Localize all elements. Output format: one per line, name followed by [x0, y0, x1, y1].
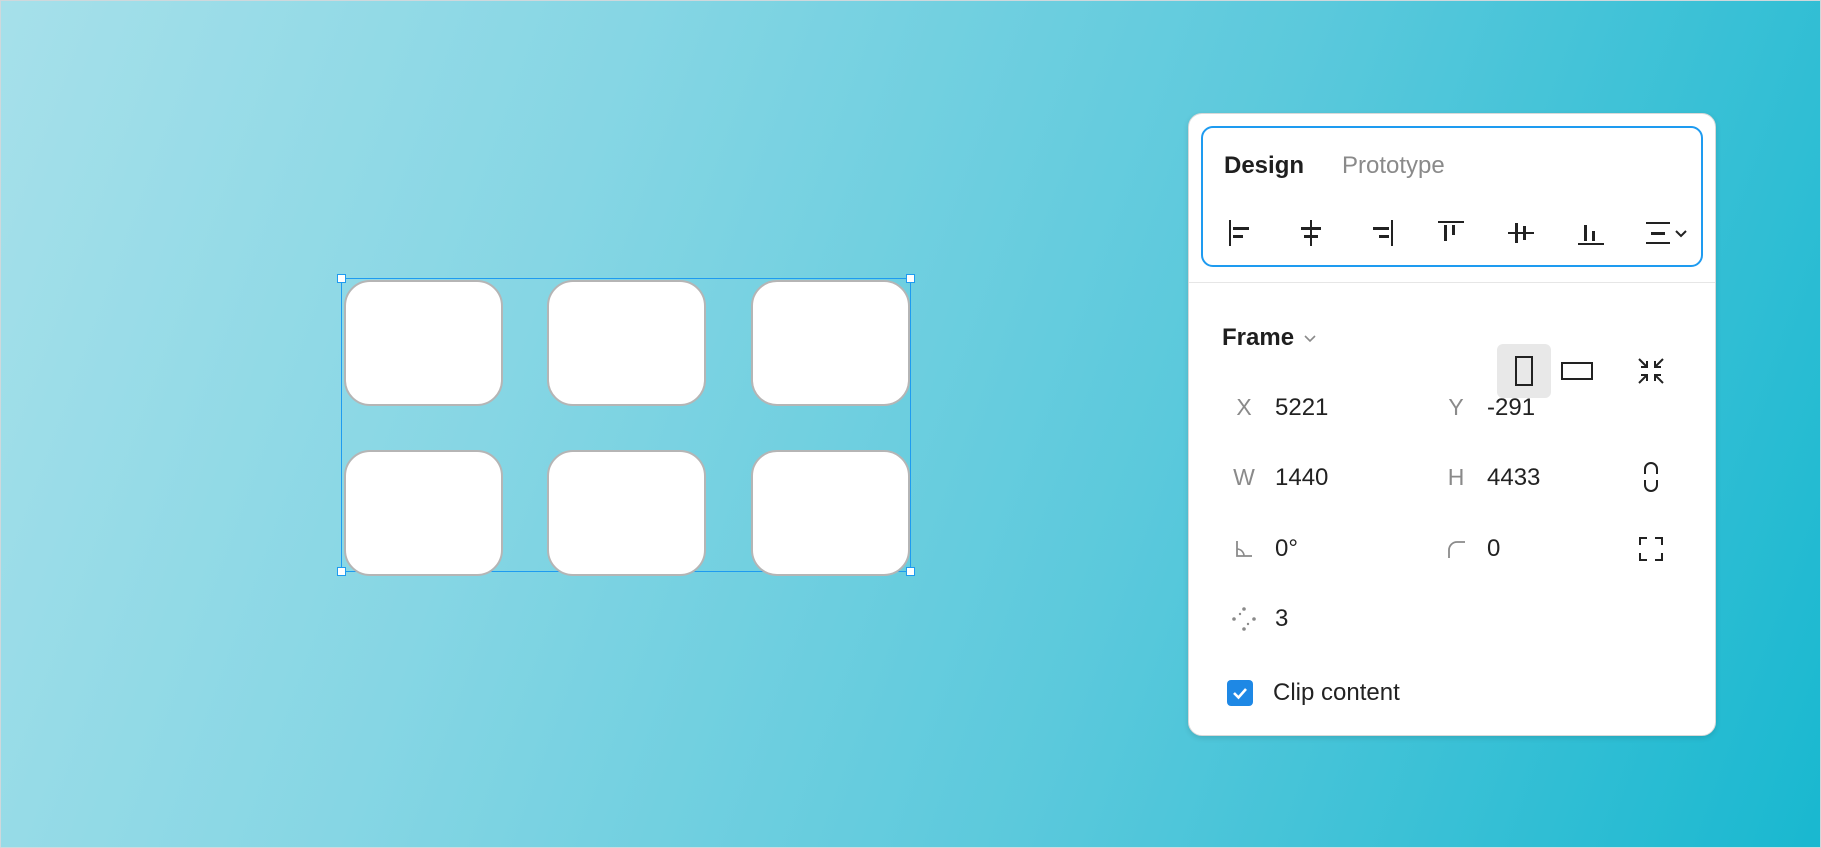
collapse-arrows-icon	[1638, 358, 1664, 384]
align-left-icon	[1229, 220, 1249, 246]
corner-radius-input[interactable]	[1487, 535, 1627, 563]
frame-dropdown[interactable]: Frame	[1222, 324, 1318, 352]
align-horizontal-center-icon	[1301, 220, 1321, 246]
y-label: Y	[1448, 394, 1464, 420]
resize-handle-top-right[interactable]	[906, 274, 915, 283]
clip-content-label: Clip content	[1273, 679, 1400, 706]
rotation-input[interactable]	[1275, 535, 1415, 563]
selected-frame[interactable]	[337, 274, 915, 576]
w-label: W	[1233, 464, 1255, 490]
align-right-icon	[1373, 220, 1393, 246]
align-top-button[interactable]	[1428, 210, 1474, 256]
align-left-button[interactable]	[1218, 210, 1264, 256]
h-label: H	[1447, 464, 1465, 490]
width-input[interactable]	[1275, 464, 1415, 492]
points-input[interactable]	[1275, 605, 1415, 633]
distribute-spacing-icon	[1646, 222, 1670, 244]
clip-content-toggle[interactable]: Clip content	[1227, 679, 1400, 707]
chevron-down-icon	[1304, 335, 1316, 343]
y-input[interactable]	[1487, 394, 1627, 422]
link-icon	[1644, 462, 1658, 492]
landscape-orientation-button[interactable]	[1550, 344, 1604, 398]
frame-card[interactable]	[751, 280, 910, 406]
tab-prototype[interactable]: Prototype	[1342, 152, 1445, 180]
panel-divider	[1189, 282, 1715, 283]
clip-content-checkbox[interactable]	[1227, 680, 1253, 706]
resize-handle-bottom-right[interactable]	[906, 567, 915, 576]
tab-design[interactable]: Design	[1224, 152, 1304, 180]
portrait-orientation-button[interactable]	[1497, 344, 1551, 398]
canvas[interactable]: Design Prototype Frame X 5221 Y -291 W 1…	[0, 0, 1821, 848]
points-icon	[1229, 604, 1259, 634]
align-top-icon	[1438, 221, 1464, 241]
resize-to-fit-button[interactable]	[1624, 344, 1678, 398]
align-right-button[interactable]	[1358, 210, 1404, 256]
constrain-proportions-button[interactable]	[1636, 462, 1666, 492]
design-panel: Design Prototype Frame X 5221 Y -291 W 1…	[1188, 113, 1716, 736]
distribute-spacing-button[interactable]	[1638, 210, 1694, 256]
frame-card[interactable]	[547, 450, 706, 576]
align-vertical-center-button[interactable]	[1498, 210, 1544, 256]
checkmark-icon	[1233, 688, 1247, 700]
chevron-down-icon	[1675, 230, 1687, 238]
portrait-icon	[1515, 356, 1533, 386]
rotation-icon	[1229, 534, 1259, 564]
align-bottom-button[interactable]	[1568, 210, 1614, 256]
x-label: X	[1236, 394, 1252, 420]
panel-header: Design Prototype	[1201, 126, 1703, 267]
align-horizontal-center-button[interactable]	[1288, 210, 1334, 256]
height-input[interactable]	[1487, 464, 1627, 492]
independent-corners-icon	[1639, 537, 1663, 561]
frame-label-text: Frame	[1222, 324, 1295, 351]
frame-card[interactable]	[751, 450, 910, 576]
landscape-icon	[1561, 362, 1593, 380]
x-input[interactable]	[1275, 394, 1415, 422]
corner-radius-icon	[1441, 534, 1471, 564]
frame-card[interactable]	[547, 280, 706, 406]
independent-corners-button[interactable]	[1636, 534, 1666, 564]
resize-handle-bottom-left[interactable]	[337, 567, 346, 576]
resize-handle-top-left[interactable]	[337, 274, 346, 283]
frame-card[interactable]	[344, 280, 503, 406]
frame-card[interactable]	[344, 450, 503, 576]
align-vertical-center-icon	[1508, 223, 1534, 243]
align-bottom-icon	[1578, 225, 1604, 245]
